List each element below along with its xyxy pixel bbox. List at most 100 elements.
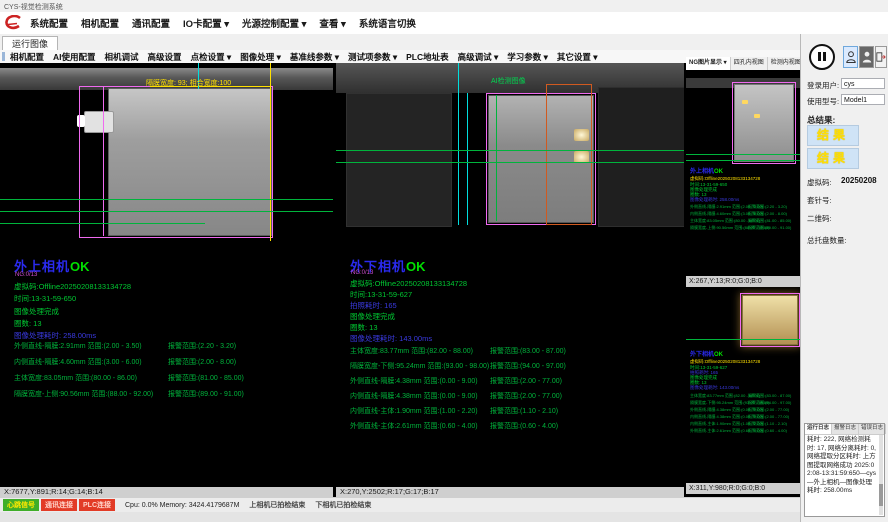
tool-item-plc-table[interactable]: PLC地址表 <box>406 51 449 63</box>
exit-door-icon <box>876 51 886 63</box>
app-window: CYS-视觉检测系统 系统配置 相机配置 通讯配置 IO卡配置 ▾ 光源控制配置… <box>0 0 888 522</box>
thumbnail-view-lower[interactable]: 外下相机OK 虚拟码:Offline20250208133134728 时间:1… <box>686 287 800 494</box>
roi-rect-orange <box>546 84 592 225</box>
measurement-row: 内侧直线-隔膜:4.60mm 范围:(3.00 - 6.00)报警范围:(2.0… <box>686 211 800 217</box>
tool-item-spot-check[interactable]: 点检设置 ▾ <box>191 51 232 63</box>
alarm-range-text: 报警范围:(2.20 - 3.20) <box>748 204 787 210</box>
alarm-range-text: 报警范围:(94.00 - 97.00) <box>748 400 791 406</box>
result-ok-text: OK <box>714 169 723 175</box>
log-tab-alarm[interactable]: 报警日志 <box>832 424 859 434</box>
ai-image-label: AI检测图像 <box>491 76 526 86</box>
tool-item-camera-config[interactable]: 相机配置 <box>10 51 44 63</box>
thumb-tab-four-hole-view[interactable]: 四孔内视图 <box>731 57 768 70</box>
alarm-range-text: 报警范围:(2.00 - 8.00) <box>748 211 787 217</box>
time-text: 时间:13-31-59-650 <box>14 293 76 304</box>
baseline-green-1 <box>0 199 333 200</box>
heartbeat-badge: 心跳信号 <box>3 499 39 511</box>
measurement-row: 外侧直线-隔膜:2.91mm 范围:(2.00 - 3.50) 报警范围:(2.… <box>0 341 333 353</box>
measurement-row: 隔膜宽度-上侧:90.56mm 范围:(88.00 - 92.00) 报警范围:… <box>0 389 333 401</box>
alarm-range-text: 报警范围:(2.20 - 3.20) <box>168 341 236 351</box>
thumbnail-view-upper[interactable]: 外上相机OK 虚拟码:Offline20250208133134728 时间:1… <box>686 70 800 287</box>
thumb-tab-ng-display[interactable]: NG图片显示 ▾ <box>686 57 731 70</box>
user-login-button[interactable] <box>843 46 858 68</box>
needle-label: 套针号: <box>807 195 832 206</box>
alarm-range-text: 报警范围:(2.00 - 77.00) <box>748 414 789 420</box>
model-field[interactable]: Model1 <box>841 94 885 105</box>
alarm-range-text: 报警范围:(2.00 - 8.00) <box>168 357 236 367</box>
pause-button[interactable] <box>809 44 835 70</box>
virtual-code-text: 虚拟码:Offline20250208133134728 <box>14 281 131 292</box>
tool-item-learning-params[interactable]: 学习参数 ▾ <box>507 51 548 63</box>
menu-item-view[interactable]: 查看 ▾ <box>319 16 345 30</box>
machinery-block <box>346 93 452 227</box>
loop-count-text: 圈数: 13 <box>14 318 42 329</box>
tool-item-ai-config[interactable]: AI使用配置 <box>53 51 96 63</box>
login-user-field[interactable]: cys <box>841 78 885 89</box>
ng-count-text: NG:0/13 <box>351 270 373 276</box>
process-time-text: 图像处理耗时: 143.00ms <box>690 385 739 391</box>
cpu-memory-text: Cpu: 0.0% Memory: 3424.4179687M <box>125 502 239 509</box>
measure-line-cyan-2 <box>467 93 468 225</box>
user-switch-button[interactable] <box>859 46 874 68</box>
pixel-coord-bar: X:267,Y:13;R:0;G:0;B:0 <box>686 276 800 287</box>
menu-item-comm-config[interactable]: 通讯配置 <box>132 16 170 30</box>
log-tab-error[interactable]: 错误日志 <box>859 424 886 434</box>
menu-item-camera-config[interactable]: 相机配置 <box>81 16 119 30</box>
result-ok-text: OK <box>714 352 723 358</box>
measurement-text: 隔膜宽度-上侧:90.56mm 范围:(88.00 - 92.00) <box>14 389 153 399</box>
measurement-row: 主体宽度:83.77mm 范围:(82.00 - 88.00)报警范围:(83.… <box>686 393 800 399</box>
measurement-row: 内侧直线-隔膜:4.38mm 范围:(0.00 - 9.00) 报警范围:(2.… <box>336 391 684 403</box>
baseline-green-2 <box>336 162 684 163</box>
pixel-coord-bar: X:311,Y:980;R:0;G:0;B:0 <box>686 483 800 494</box>
virtual-code-value: 20250208 <box>841 176 877 185</box>
login-user-label: 登录用户: <box>807 80 839 91</box>
alarm-range-text: 报警范围:(2.00 - 77.00) <box>748 407 789 413</box>
baseline-green-1 <box>686 154 800 155</box>
tool-item-advanced-settings[interactable]: 高级设置 <box>148 51 182 63</box>
menu-item-io-config[interactable]: IO卡配置 ▾ <box>183 16 229 30</box>
camera-view-lower[interactable]: AI检测图像 外下相机OK NG:0/13 虚拟码:Offline2025020… <box>336 63 684 497</box>
tool-item-test-params[interactable]: 测试项参数 ▾ <box>348 51 397 63</box>
loop-count-text: 圈数: 13 <box>350 322 378 333</box>
alarm-range-text: 报警范围:(2.00 - 77.00) <box>490 391 562 401</box>
camera-result-title: 外下相机OK <box>690 349 723 358</box>
measurement-text: 外侧直线-主体:2.61mm 范围:(0.60 - 4.00) <box>350 421 478 431</box>
tool-item-other-settings[interactable]: 其它设置 ▾ <box>557 51 598 63</box>
menu-item-language-switch[interactable]: 系统语言切换 <box>359 16 416 30</box>
tool-item-advanced-debug[interactable]: 高级调试 ▾ <box>458 51 499 63</box>
baseline-green-1 <box>336 150 684 151</box>
camera-view-upper[interactable]: 隔膜宽度: 93; 相合宽度:100 外上相机OK NG:0/13 虚拟码:Of… <box>0 63 333 497</box>
shot-time-text: 拍照耗时: 165 <box>350 300 397 311</box>
measurement-row: 主体宽度:83.05mm 范围:(80.00 - 86.00) 报警范围:(81… <box>0 373 333 385</box>
baseline-green-2 <box>686 160 800 161</box>
camera-name: 外上相机 <box>690 169 714 175</box>
process-time-text: 图像处理耗时: 258.00ms <box>14 330 96 341</box>
measurement-row: 外侧直线-隔膜:4.38mm 范围:(0.00 - 9.00) 报警范围:(2.… <box>336 376 684 388</box>
machinery-block <box>598 87 684 227</box>
log-tab-run[interactable]: 运行日志 <box>805 424 832 434</box>
window-title: CYS-视觉检测系统 <box>4 2 63 12</box>
measurement-row: 外侧直线-隔膜:4.38mm 范围:(0.00 - 9.00)报警范围:(2.0… <box>686 407 800 413</box>
logout-button[interactable] <box>875 46 887 68</box>
tab-run-image[interactable]: 运行图像 <box>2 36 58 51</box>
measurement-text: 主体宽度:83.05mm 范围:(80.00 - 86.00) <box>14 373 137 383</box>
measure-line-green-v <box>496 95 497 221</box>
menu-item-light-config[interactable]: 光源控制配置 ▾ <box>242 16 306 30</box>
process-done-text: 图像处理完成 <box>350 311 395 322</box>
tool-item-image-processing[interactable]: 图像处理 ▾ <box>240 51 281 63</box>
alarm-range-text: 报警范围:(0.60 - 4.00) <box>748 428 787 434</box>
tool-item-camera-debug[interactable]: 相机调试 <box>105 51 139 63</box>
measurement-row: 主体宽度:83.05mm 范围:(80.00 - 86.00)报警范围:(81.… <box>686 218 800 224</box>
qr-code-label: 二维码: <box>807 213 832 224</box>
alarm-range-text: 报警范围:(94.00 - 97.00) <box>490 361 566 371</box>
log-scrollbar-thumb[interactable] <box>879 484 883 506</box>
measurement-row: 内侧直线-主体:1.90mm 范围:(1.00 - 2.20) 报警范围:(1.… <box>336 406 684 418</box>
measurement-row: 隔膜宽度-上侧:90.56mm 范围:(88.00 - 92.00)报警范围:(… <box>686 225 800 231</box>
measure-line-cyan-1 <box>458 63 459 225</box>
tool-item-baseline-params[interactable]: 基准线参数 ▾ <box>290 51 339 63</box>
result-ok-text: OK <box>406 259 426 274</box>
menu-item-system-config[interactable]: 系统配置 <box>30 16 68 30</box>
app-statusbar: 心跳信号 通讯连接 PLC连接 Cpu: 0.0% Memory: 3424.4… <box>0 497 800 512</box>
camera-name: 外下相机 <box>690 352 714 358</box>
log-panel: 运行日志 报警日志 错误日志 耗时: 222, 网络检测耗时: 17, 网络分离… <box>804 423 885 517</box>
